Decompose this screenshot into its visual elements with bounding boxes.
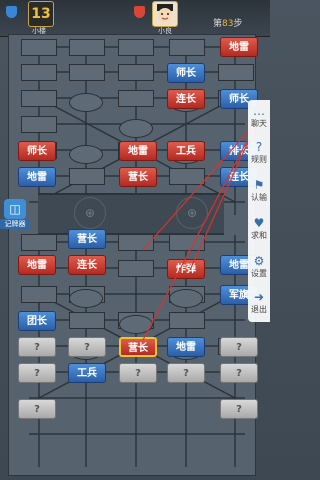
handshake-icon: ♥ [253,216,265,230]
recorder-icon: ◫ [4,199,26,219]
card-recorder[interactable]: ◫ 记牌器 [0,199,30,231]
menu-settings[interactable]: ⚙ 设置 [248,254,270,279]
menu-chat[interactable]: … 聊天 [248,104,270,129]
recorder-label: 记牌器 [0,219,30,229]
side-menu: … 聊天 ? 规则 ⚑ 认输 ♥ 求和 ⚙ 设置 ➜ 退出 [248,100,270,322]
flag-icon: ⚑ [253,178,265,192]
exit-icon: ➜ [253,290,265,304]
rules-icon: ? [255,140,263,154]
menu-rules[interactable]: ? 规则 [248,140,270,165]
menu-surrender[interactable]: ⚑ 认输 [248,178,270,203]
chat-icon: … [253,104,265,118]
gear-icon: ⚙ [253,254,265,268]
menu-draw[interactable]: ♥ 求和 [248,216,270,241]
move-arrows [142,119,259,341]
menu-exit[interactable]: ➜ 退出 [248,290,270,315]
